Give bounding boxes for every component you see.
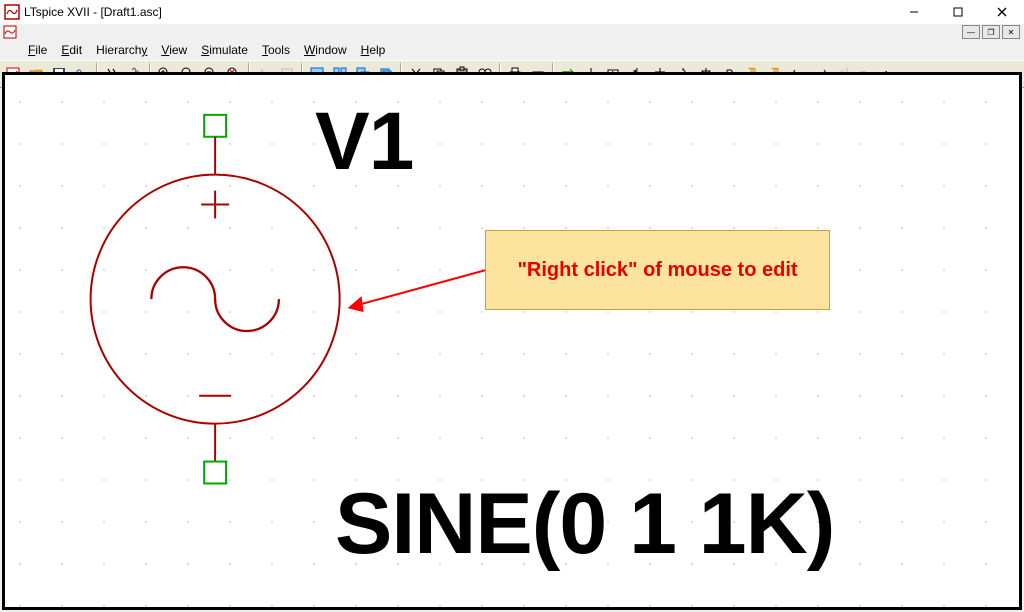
component-refdes-label[interactable]: V1 [315, 95, 413, 189]
minimize-icon [909, 7, 919, 17]
close-button[interactable] [980, 0, 1024, 24]
menu-window[interactable]: Window [298, 41, 353, 59]
close-icon [997, 7, 1008, 18]
menu-simulate[interactable]: Simulate [195, 41, 254, 59]
window-title: LTspice XVII - [Draft1.asc] [24, 5, 1020, 19]
menu-help[interactable]: Help [355, 41, 392, 59]
window-controls [892, 0, 1024, 24]
maximize-button[interactable] [936, 0, 980, 24]
callout-arrow [348, 270, 485, 312]
mdi-minimize-button[interactable]: — [962, 25, 980, 39]
schematic-canvas[interactable]: V1 SINE(0 1 1K) "Right click" of mouse t… [2, 72, 1022, 610]
maximize-icon [953, 7, 963, 17]
mdi-controls: — ❐ ✕ [0, 24, 1024, 40]
instruction-callout: "Right click" of mouse to edit [485, 230, 830, 310]
menu-edit[interactable]: Edit [55, 41, 88, 59]
mdi-restore-button[interactable]: ❐ [982, 25, 1000, 39]
callout-text: "Right click" of mouse to edit [517, 259, 797, 282]
document-icon [3, 25, 17, 39]
menu-tools[interactable]: Tools [256, 41, 296, 59]
component-value-label[interactable]: SINE(0 1 1K) [335, 475, 834, 574]
minimize-button[interactable] [892, 0, 936, 24]
app-icon [4, 4, 20, 20]
menu-file[interactable]: File [22, 41, 53, 59]
titlebar: LTspice XVII - [Draft1.asc] [0, 0, 1024, 24]
menu-view[interactable]: View [155, 41, 193, 59]
menu-hierarchy[interactable]: Hierarchy [90, 41, 153, 59]
menubar: File Edit Hierarchy View Simulate Tools … [0, 40, 1024, 60]
voltage-source-component[interactable] [91, 115, 340, 484]
mdi-close-button[interactable]: ✕ [1002, 25, 1020, 39]
